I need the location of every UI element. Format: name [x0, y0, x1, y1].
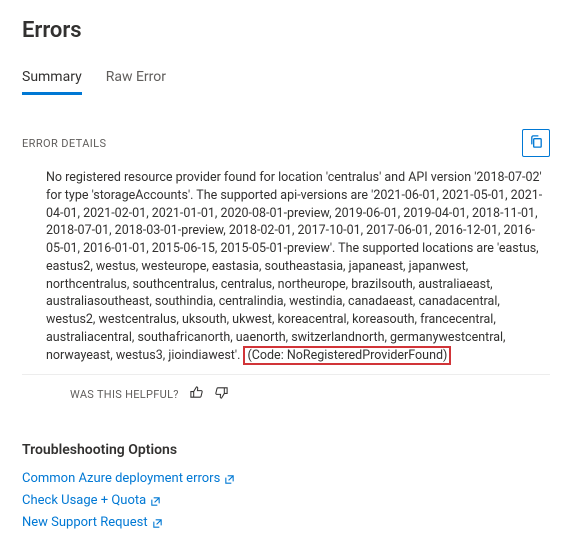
link-usage-quota[interactable]: Check Usage + Quota	[22, 490, 550, 512]
error-code: (Code: NoRegisteredProviderFound)	[243, 346, 451, 365]
thumbs-up-icon	[189, 385, 204, 404]
thumbs-down-button[interactable]	[214, 385, 229, 404]
close-button[interactable]	[542, 18, 550, 40]
tab-bar: Summary Raw Error	[22, 69, 550, 95]
error-details-label: ERROR DETAILS	[22, 137, 106, 150]
error-message: No registered resource provider found fo…	[22, 169, 550, 375]
troubleshoot-heading: Troubleshooting Options	[22, 442, 550, 458]
tab-raw-error[interactable]: Raw Error	[106, 69, 166, 95]
link-common-errors[interactable]: Common Azure deployment errors	[22, 468, 550, 490]
external-link-icon	[152, 518, 163, 529]
external-link-icon	[224, 474, 235, 485]
copy-button[interactable]	[522, 129, 550, 157]
helpful-label: WAS THIS HELPFUL?	[70, 388, 179, 401]
external-link-icon	[150, 496, 161, 507]
page-title: Errors	[22, 18, 82, 43]
link-label: New Support Request	[22, 512, 148, 534]
thumbs-down-icon	[214, 385, 229, 404]
error-text: No registered resource provider found fo…	[46, 170, 542, 363]
thumbs-up-button[interactable]	[189, 385, 204, 404]
link-label: Common Azure deployment errors	[22, 468, 220, 490]
tab-summary[interactable]: Summary	[22, 69, 82, 95]
link-label: Check Usage + Quota	[22, 490, 146, 512]
copy-icon	[529, 134, 544, 153]
link-new-support[interactable]: New Support Request	[22, 512, 550, 534]
